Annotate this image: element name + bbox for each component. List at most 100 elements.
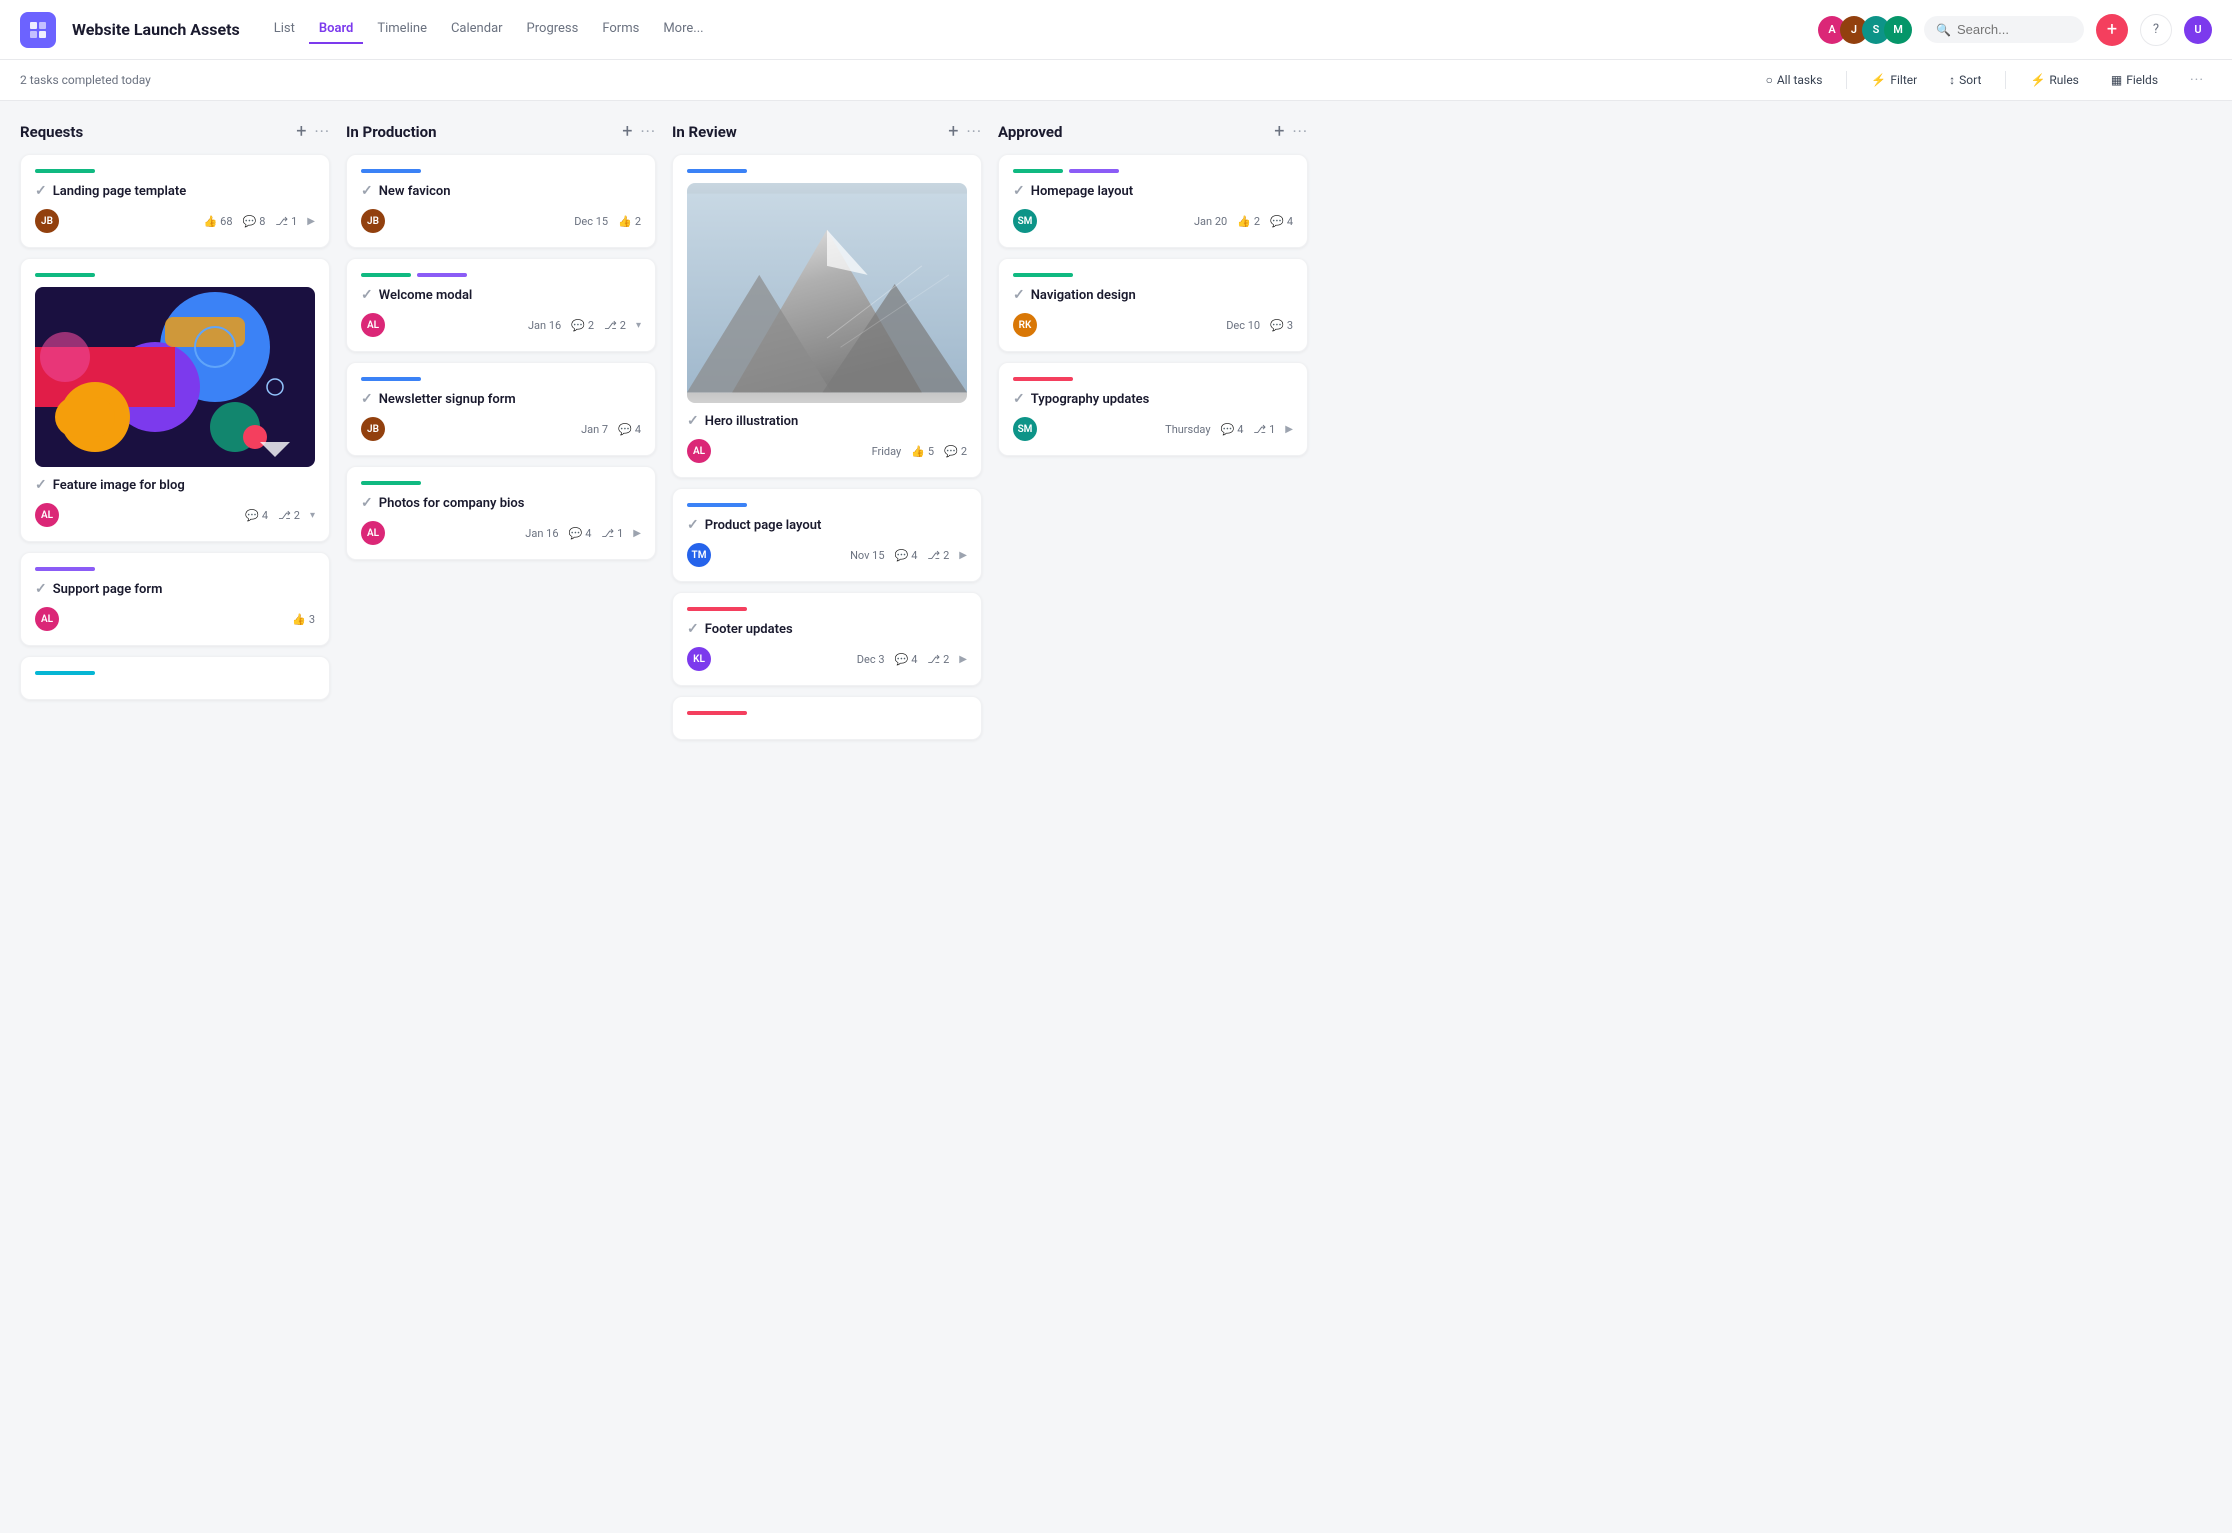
card-date: Nov 15 bbox=[850, 549, 884, 562]
card-photos-company-bios[interactable]: ✓ Photos for company bios AL Jan 16💬4⎇1▶ bbox=[346, 466, 656, 560]
card-footer: RK Dec 10💬3 bbox=[1013, 313, 1293, 337]
card-avatar: AL bbox=[35, 607, 59, 631]
column-header: Requests + ··· bbox=[20, 121, 330, 142]
card-welcome-modal[interactable]: ✓ Welcome modal AL Jan 16💬2⎇2▾ bbox=[346, 258, 656, 352]
column-requests: Requests + ··· ✓ Landing page template J… bbox=[20, 121, 330, 710]
sort-btn[interactable]: ↕ Sort bbox=[1941, 69, 1989, 91]
check-icon: ✓ bbox=[687, 413, 699, 429]
card-meta: Jan 7💬4 bbox=[581, 423, 641, 436]
card-subtasks: ⎇2 bbox=[927, 653, 949, 666]
column-actions[interactable]: + ··· bbox=[948, 121, 982, 142]
tab-more[interactable]: More... bbox=[653, 15, 713, 44]
check-icon: ✓ bbox=[361, 287, 373, 303]
subtask-icon: ⎇ bbox=[927, 653, 940, 666]
subtask-icon: ⎇ bbox=[278, 509, 291, 522]
column-in-production: In Production + ··· ✓ New favicon JB Dec… bbox=[346, 121, 656, 570]
tab-progress[interactable]: Progress bbox=[517, 15, 589, 44]
card-tag-bar bbox=[1013, 273, 1073, 277]
add-card-icon[interactable]: + bbox=[1274, 121, 1284, 142]
card-hero-illustration[interactable]: ✓ Hero illustration AL Friday👍5💬2 bbox=[672, 154, 982, 478]
card-footer-updates[interactable]: ✓ Footer updates KL Dec 3💬4⎇2▶ bbox=[672, 592, 982, 686]
column-title: Requests bbox=[20, 123, 288, 141]
add-card-icon[interactable]: + bbox=[296, 121, 306, 142]
card-typography-updates[interactable]: ✓ Typography updates SM Thursday💬4⎇1▶ bbox=[998, 362, 1308, 456]
team-avatars: A J S M bbox=[1818, 16, 1912, 44]
dropdown-icon[interactable]: ▾ bbox=[310, 510, 315, 521]
search-box[interactable]: 🔍 bbox=[1924, 16, 2084, 43]
alltasks-icon: ○ bbox=[1766, 73, 1773, 87]
card-subtasks: ⎇2 bbox=[278, 509, 300, 522]
card-partial[interactable] bbox=[20, 656, 330, 700]
card-comments: 💬4 bbox=[1221, 423, 1244, 436]
column-actions[interactable]: + ··· bbox=[622, 121, 656, 142]
card-title: ✓ Hero illustration bbox=[687, 413, 967, 429]
comment-icon: 💬 bbox=[895, 653, 909, 666]
add-card-icon[interactable]: + bbox=[622, 121, 632, 142]
column-more-icon[interactable]: ··· bbox=[314, 122, 330, 141]
card-decorative-image bbox=[35, 287, 315, 467]
card-likes: 👍68 bbox=[203, 215, 232, 228]
user-avatar[interactable]: U bbox=[2184, 16, 2212, 44]
rules-btn[interactable]: ⚡ Rules bbox=[2022, 69, 2086, 91]
more-options-btn[interactable]: ··· bbox=[2182, 68, 2212, 92]
card-product-page-layout[interactable]: ✓ Product page layout TM Nov 15💬4⎇2▶ bbox=[672, 488, 982, 582]
card-new-favicon[interactable]: ✓ New favicon JB Dec 15👍2 bbox=[346, 154, 656, 248]
card-support-page-form[interactable]: ✓ Support page form AL 👍3 bbox=[20, 552, 330, 646]
column-more-icon[interactable]: ··· bbox=[1292, 122, 1308, 141]
card-date: Jan 16 bbox=[528, 319, 561, 332]
rules-icon: ⚡ bbox=[2030, 73, 2045, 87]
fields-icon: ▦ bbox=[2111, 73, 2122, 87]
card-navigation-design[interactable]: ✓ Navigation design RK Dec 10💬3 bbox=[998, 258, 1308, 352]
column-more-icon[interactable]: ··· bbox=[966, 122, 982, 141]
filter-btn[interactable]: ⚡ Filter bbox=[1863, 69, 1925, 91]
expand-icon[interactable]: ▶ bbox=[1285, 424, 1293, 435]
comment-icon: 💬 bbox=[895, 549, 909, 562]
card-meta: Jan 16💬2⎇2▾ bbox=[528, 319, 641, 332]
card-meta: Friday👍5💬2 bbox=[872, 445, 967, 458]
column-actions[interactable]: + ··· bbox=[296, 121, 330, 142]
card-meta: 👍68💬8⎇1▶ bbox=[203, 215, 315, 228]
card-footer: SM Jan 20👍2💬4 bbox=[1013, 209, 1293, 233]
card-avatar: RK bbox=[1013, 313, 1037, 337]
card-meta: 👍3 bbox=[292, 613, 315, 626]
tab-board[interactable]: Board bbox=[309, 15, 363, 44]
card-homepage-layout[interactable]: ✓ Homepage layout SM Jan 20👍2💬4 bbox=[998, 154, 1308, 248]
comment-icon: 💬 bbox=[569, 527, 583, 540]
card-title: ✓ Feature image for blog bbox=[35, 477, 315, 493]
tab-list[interactable]: List bbox=[264, 15, 305, 44]
card-tag-bar bbox=[687, 607, 747, 611]
expand-icon[interactable]: ▶ bbox=[633, 528, 641, 539]
expand-icon[interactable]: ▶ bbox=[959, 654, 967, 665]
card-newsletter-signup[interactable]: ✓ Newsletter signup form JB Jan 7💬4 bbox=[346, 362, 656, 456]
column-approved: Approved + ··· ✓ Homepage layout SM Jan … bbox=[998, 121, 1308, 466]
check-icon: ✓ bbox=[35, 581, 47, 597]
card-date: Jan 7 bbox=[581, 423, 608, 436]
card-partial[interactable] bbox=[672, 696, 982, 740]
card-title: ✓ Landing page template bbox=[35, 183, 315, 199]
expand-icon[interactable]: ▶ bbox=[959, 550, 967, 561]
card-avatar: KL bbox=[687, 647, 711, 671]
card-feature-image[interactable]: ✓ Feature image for blog AL 💬4⎇2▾ bbox=[20, 258, 330, 542]
card-tag-bar bbox=[361, 481, 421, 485]
search-input[interactable] bbox=[1957, 22, 2072, 37]
tab-timeline[interactable]: Timeline bbox=[367, 15, 437, 44]
add-button[interactable]: + bbox=[2096, 14, 2128, 46]
tab-forms[interactable]: Forms bbox=[592, 15, 649, 44]
fields-btn[interactable]: ▦ Fields bbox=[2103, 69, 2166, 91]
subtask-icon: ⎇ bbox=[927, 549, 940, 562]
card-landing-page-template[interactable]: ✓ Landing page template JB 👍68💬8⎇1▶ bbox=[20, 154, 330, 248]
card-footer: JB 👍68💬8⎇1▶ bbox=[35, 209, 315, 233]
card-tag-bar bbox=[361, 169, 421, 173]
tab-calendar[interactable]: Calendar bbox=[441, 15, 513, 44]
card-subtasks: ⎇1 bbox=[601, 527, 623, 540]
add-card-icon[interactable]: + bbox=[948, 121, 958, 142]
column-more-icon[interactable]: ··· bbox=[640, 122, 656, 141]
all-tasks-btn[interactable]: ○ All tasks bbox=[1758, 69, 1831, 91]
app-icon bbox=[20, 12, 56, 48]
card-footer: SM Thursday💬4⎇1▶ bbox=[1013, 417, 1293, 441]
dropdown-icon[interactable]: ▾ bbox=[636, 320, 641, 331]
expand-icon[interactable]: ▶ bbox=[307, 216, 315, 227]
column-actions[interactable]: + ··· bbox=[1274, 121, 1308, 142]
help-button[interactable]: ? bbox=[2140, 14, 2172, 46]
subtask-icon: ⎇ bbox=[601, 527, 614, 540]
